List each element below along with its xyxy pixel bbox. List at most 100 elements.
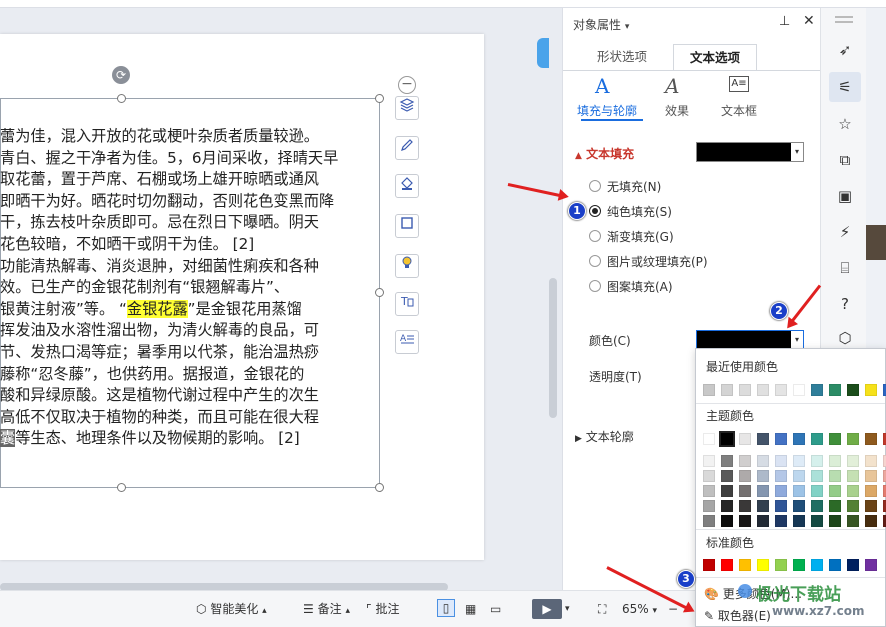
tab-shape-options[interactable]: 形状选项 (585, 44, 659, 70)
theme-shade-swatch[interactable] (703, 485, 715, 497)
side-collapse-tab[interactable] (537, 38, 549, 68)
text-fill-section[interactable]: ▲ 文本填充 (575, 145, 634, 162)
theme-color-swatch[interactable] (847, 433, 859, 445)
rotate-handle-icon[interactable]: ⟳ (112, 66, 130, 84)
theme-color-swatch[interactable] (775, 433, 787, 445)
theme-shade-swatch[interactable] (811, 515, 823, 527)
recent-color-swatch[interactable] (793, 384, 805, 396)
grid-view-icon[interactable]: ▦ (465, 599, 476, 619)
theme-shade-swatch[interactable] (703, 515, 715, 527)
theme-shade-swatch[interactable] (721, 485, 733, 497)
theme-shade-swatch[interactable] (793, 515, 805, 527)
theme-shade-swatch[interactable] (847, 515, 859, 527)
theme-color-swatch[interactable] (719, 431, 735, 447)
vertical-scrollbar[interactable] (549, 278, 557, 418)
text-align-icon[interactable]: A (395, 330, 419, 354)
theme-shade-swatch[interactable] (847, 485, 859, 497)
theme-shade-swatch[interactable] (793, 485, 805, 497)
theme-color-swatch[interactable] (703, 433, 715, 445)
theme-shade-swatch[interactable] (721, 455, 733, 467)
highlighted-word[interactable]: 金银花露 (126, 299, 188, 318)
layers-icon[interactable] (395, 96, 419, 120)
comments-button[interactable]: ⌜ 批注 (366, 599, 399, 619)
smart-beautify-button[interactable]: ⬡ 智能美化 ▴ (196, 599, 267, 619)
recent-color-swatch[interactable] (829, 384, 841, 396)
theme-shade-swatch[interactable] (829, 500, 841, 512)
theme-shade-swatch[interactable] (739, 470, 751, 482)
standard-color-swatch[interactable] (757, 559, 769, 571)
resize-handle-bottom[interactable] (117, 483, 126, 492)
subtab-textbox[interactable]: 文本框 (707, 102, 771, 119)
standard-color-swatch[interactable] (739, 559, 751, 571)
theme-shade-swatch[interactable] (829, 485, 841, 497)
theme-color-swatch[interactable] (865, 433, 877, 445)
theme-shade-swatch[interactable] (775, 515, 787, 527)
theme-shade-swatch[interactable] (793, 455, 805, 467)
theme-shade-swatch[interactable] (865, 485, 877, 497)
theme-shade-swatch[interactable] (811, 500, 823, 512)
fit-window-icon[interactable]: ⛶ (598, 599, 606, 619)
pin-icon[interactable]: ⊥ (779, 14, 790, 29)
box-icon[interactable]: ⬡ (835, 328, 855, 348)
theme-color-swatch[interactable] (757, 433, 769, 445)
subtab-effects[interactable]: 效果 (645, 102, 709, 119)
recent-color-swatch[interactable] (865, 384, 877, 396)
standard-color-swatch[interactable] (721, 559, 733, 571)
theme-shade-swatch[interactable] (829, 515, 841, 527)
menu-icon[interactable] (835, 16, 853, 18)
text-box-icon[interactable]: T (395, 292, 419, 316)
theme-shade-swatch[interactable] (721, 515, 733, 527)
radio-gradient-fill[interactable] (589, 230, 601, 242)
theme-shade-swatch[interactable] (757, 500, 769, 512)
theme-shade-swatch[interactable] (775, 500, 787, 512)
theme-shade-swatch[interactable] (829, 470, 841, 482)
rocket-icon[interactable]: ➶ (835, 40, 855, 60)
theme-shade-swatch[interactable] (775, 485, 787, 497)
theme-shade-swatch[interactable] (775, 455, 787, 467)
standard-color-swatch[interactable] (703, 559, 715, 571)
tab-text-options[interactable]: 文本选项 (673, 44, 757, 70)
slide-canvas[interactable]: ⟳ 蕾为佳，混入开放的花或梗叶杂质者质量较逊。 青白、握之干净者为佳。5，6月间… (0, 8, 562, 591)
resize-handle-top-right[interactable] (375, 94, 384, 103)
bolt-icon[interactable]: ⚡ (835, 222, 855, 242)
theme-shade-swatch[interactable] (721, 500, 733, 512)
theme-shade-swatch[interactable] (739, 515, 751, 527)
standard-color-swatch[interactable] (865, 559, 877, 571)
book-icon[interactable]: ⌸ (835, 258, 855, 278)
theme-shade-swatch[interactable] (739, 455, 751, 467)
theme-shade-swatch[interactable] (865, 500, 877, 512)
theme-shade-swatch[interactable] (757, 470, 769, 482)
theme-color-swatch[interactable] (793, 433, 805, 445)
fill-color-dropdown[interactable]: ▾ (696, 142, 804, 162)
theme-shade-swatch[interactable] (739, 500, 751, 512)
caret-down-icon[interactable]: ▾ (565, 599, 570, 619)
minus-icon[interactable]: − (398, 76, 416, 94)
theme-shade-swatch[interactable] (811, 485, 823, 497)
selected-char[interactable]: 囊 (0, 429, 16, 448)
theme-shade-swatch[interactable] (865, 455, 877, 467)
theme-shade-swatch[interactable] (847, 500, 859, 512)
theme-shade-swatch[interactable] (793, 470, 805, 482)
zoom-dropdown[interactable]: 65% ▾ (622, 599, 657, 619)
theme-shade-swatch[interactable] (865, 515, 877, 527)
standard-color-swatch[interactable] (829, 559, 841, 571)
sliders-icon[interactable]: ⚟ (835, 77, 855, 97)
copy-icon[interactable]: ⧉ (835, 150, 855, 170)
radio-pattern-fill[interactable] (589, 280, 601, 292)
reading-view-icon[interactable]: ▭ (490, 599, 501, 619)
body-text[interactable]: 蕾为佳，混入开放的花或梗叶杂质者质量较逊。 青白、握之干净者为佳。5，6月间采收… (0, 126, 378, 450)
theme-shade-swatch[interactable] (811, 455, 823, 467)
recent-color-swatch[interactable] (739, 384, 751, 396)
theme-shade-swatch[interactable] (757, 485, 769, 497)
radio-no-fill[interactable] (589, 180, 601, 192)
recent-color-swatch[interactable] (757, 384, 769, 396)
close-icon[interactable]: ✕ (803, 13, 815, 29)
star-icon[interactable]: ☆ (835, 114, 855, 134)
theme-shade-swatch[interactable] (775, 470, 787, 482)
standard-color-swatch[interactable] (847, 559, 859, 571)
theme-color-swatch[interactable] (811, 433, 823, 445)
theme-shade-swatch[interactable] (703, 500, 715, 512)
radio-solid-fill[interactable] (589, 205, 601, 217)
text-outline-section[interactable]: ▶ 文本轮廓 (575, 428, 634, 445)
recent-color-swatch[interactable] (775, 384, 787, 396)
